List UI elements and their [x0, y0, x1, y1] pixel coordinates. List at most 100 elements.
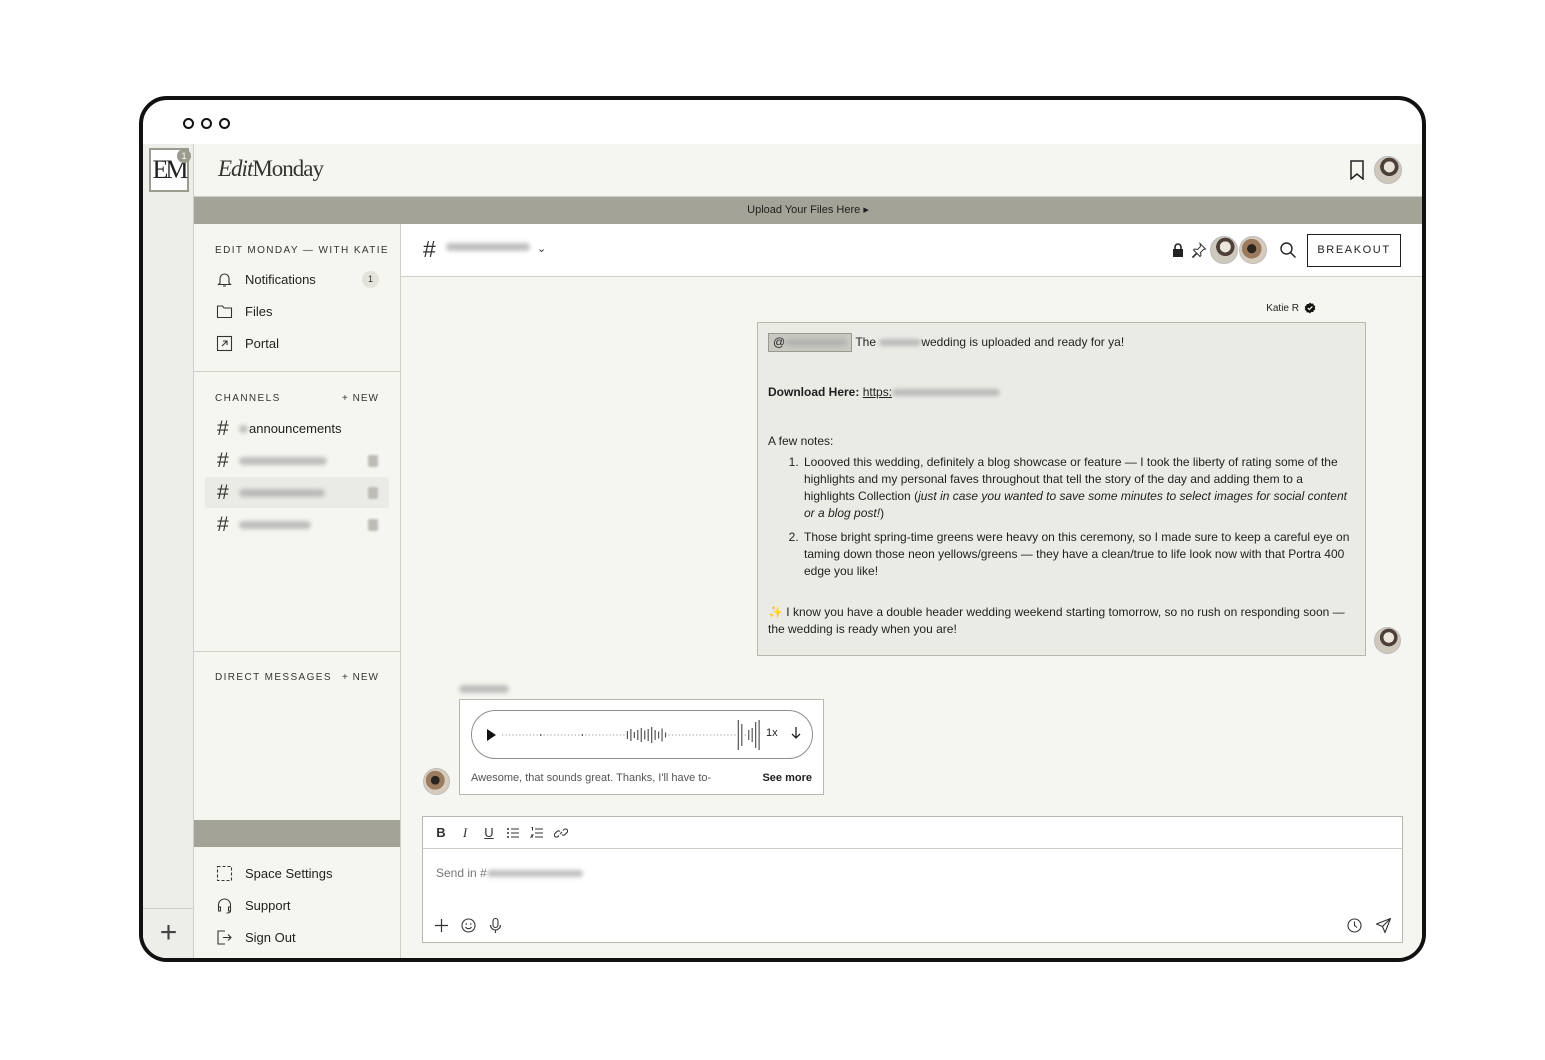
brand-script: Edit: [218, 156, 253, 181]
underline-icon[interactable]: U: [482, 825, 496, 840]
waveform-bar: [540, 734, 542, 736]
link-icon[interactable]: [554, 826, 568, 840]
waveform-bar: [547, 734, 549, 736]
bell-icon: [217, 273, 232, 287]
hash-icon: #: [217, 416, 229, 440]
download-icon[interactable]: [790, 726, 802, 740]
waveform-bar: [658, 731, 660, 739]
format-toolbar: B I U: [423, 817, 1402, 849]
download-link[interactable]: https:: [863, 385, 1001, 399]
sender-avatar[interactable]: [423, 768, 450, 795]
redacted-link: [892, 389, 1001, 397]
sidebar-item-files[interactable]: Files: [216, 303, 272, 320]
waveform-bar: [720, 734, 722, 736]
waveform-bar: [678, 734, 680, 736]
sidebar-item-portal[interactable]: Portal: [216, 335, 279, 352]
waveform-bar: [623, 734, 625, 736]
user-avatar[interactable]: [1374, 156, 1402, 184]
app-body: EM 1 + EditMonday Upload Your Files Here…: [143, 144, 1422, 958]
waveform-bar: [522, 734, 524, 736]
voice-message-card: 1x Awesome, that sounds great. Thanks, I…: [459, 699, 824, 795]
waveform-bar: [526, 734, 528, 736]
window-minimize-icon[interactable]: [201, 118, 212, 129]
playback-speed-button[interactable]: 1x: [766, 727, 778, 739]
channel-item-announcements[interactable]: # announcements: [205, 413, 389, 444]
plus-icon[interactable]: [433, 917, 450, 934]
message-line: Download Here: https:: [768, 384, 1355, 401]
add-workspace-button[interactable]: +: [143, 908, 194, 958]
sidebar-item-label: Files: [245, 304, 273, 319]
waveform-bar: [703, 734, 705, 736]
channels-title: CHANNELS: [215, 393, 281, 404]
lock-icon: [368, 487, 378, 499]
waveform-bar: [644, 730, 646, 740]
upload-files-banner[interactable]: Upload Your Files Here ▸: [194, 197, 1422, 224]
channel-item[interactable]: #: [205, 445, 389, 476]
sidebar-item-notifications[interactable]: Notifications: [216, 271, 316, 288]
waveform-bar: [533, 734, 535, 736]
sender-avatar[interactable]: [1374, 627, 1401, 654]
member-avatar[interactable]: [1239, 236, 1267, 264]
chevron-down-icon[interactable]: ⌄: [537, 242, 546, 255]
waveform-bar: [505, 734, 507, 736]
waveform-bar: [557, 734, 559, 736]
list-item: Those bright spring-time greens were hea…: [802, 529, 1355, 580]
window-controls: [183, 118, 230, 129]
waveform-bar: [609, 734, 611, 736]
play-icon[interactable]: [487, 729, 496, 741]
waveform-bar: [571, 734, 573, 736]
sign-out-icon: [217, 930, 232, 945]
waveform-bar: [519, 734, 521, 736]
channel-name: announcements: [249, 421, 342, 436]
clock-icon[interactable]: [1346, 917, 1363, 934]
italic-icon[interactable]: I: [458, 825, 472, 840]
hash-icon: #: [217, 448, 229, 472]
sidebar-item-sign-out[interactable]: Sign Out: [216, 929, 296, 946]
bookmark-icon[interactable]: [1350, 160, 1364, 180]
microphone-icon[interactable]: [487, 917, 504, 934]
waveform-bar: [706, 734, 708, 736]
new-channel-button[interactable]: + NEW: [342, 393, 379, 404]
waveform-bar: [515, 734, 518, 736]
sidebar: EDIT MONDAY — WITH KATIE Notifications 1…: [194, 224, 401, 958]
waveform-bar: [574, 734, 576, 736]
waveform-bar: [727, 734, 729, 736]
mention-chip[interactable]: @: [768, 333, 853, 352]
waveform-bar: [699, 734, 701, 736]
window-maximize-icon[interactable]: [219, 118, 230, 129]
see-more-link[interactable]: See more: [762, 772, 812, 784]
waveform-bar: [616, 734, 618, 736]
sidebar-item-space-settings[interactable]: Space Settings: [216, 865, 332, 882]
numbered-list-icon[interactable]: [530, 826, 544, 840]
waveform-bar: [536, 734, 538, 736]
message-input[interactable]: Send in #: [436, 866, 583, 880]
member-avatar[interactable]: [1210, 236, 1238, 264]
send-icon[interactable]: [1375, 917, 1392, 934]
pin-icon[interactable]: [1191, 242, 1207, 258]
voice-sender-redacted: [459, 685, 509, 693]
message-sender: Katie R: [1266, 302, 1316, 314]
bullet-list-icon[interactable]: [506, 826, 520, 840]
bold-icon[interactable]: B: [434, 825, 448, 840]
redacted-name: [879, 339, 922, 347]
waveform-bar: [508, 734, 511, 736]
channel-item-active[interactable]: #: [205, 477, 389, 508]
breakout-button[interactable]: BREAKOUT: [1307, 234, 1401, 267]
waveform-bar: [647, 729, 649, 741]
waveform-bar: [755, 722, 757, 748]
sender-name: Katie R: [1266, 302, 1299, 314]
audio-waveform[interactable]: [502, 719, 762, 751]
waveform-bar: [668, 734, 670, 736]
new-dm-button[interactable]: + NEW: [342, 672, 379, 683]
channel-name-redacted[interactable]: [446, 243, 530, 251]
channel-item[interactable]: #: [205, 509, 389, 540]
waveform-bar: [564, 734, 566, 736]
emoji-icon[interactable]: [460, 917, 477, 934]
waveform-bar: [758, 720, 760, 750]
sidebar-item-support[interactable]: Support: [216, 897, 291, 914]
waveform-bar: [612, 734, 615, 736]
redacted-mention: [785, 339, 848, 347]
window-close-icon[interactable]: [183, 118, 194, 129]
search-icon[interactable]: [1279, 241, 1297, 259]
waveform-bar: [512, 734, 514, 736]
